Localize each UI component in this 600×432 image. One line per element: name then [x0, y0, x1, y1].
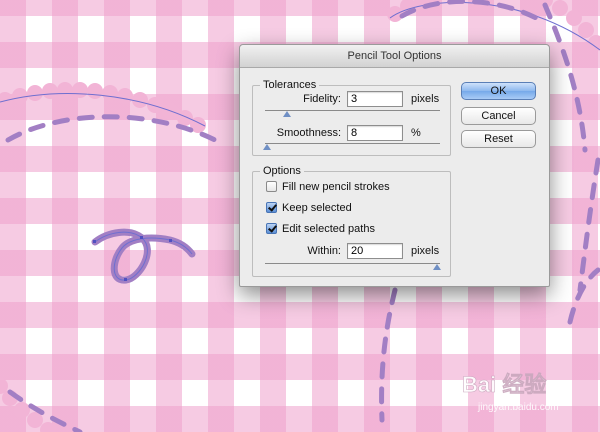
watermark-text: Bai 经验 — [462, 372, 546, 397]
smoothness-unit: % — [411, 127, 421, 139]
smoothness-slider-thumb[interactable] — [263, 144, 271, 150]
fill-new-strokes-label: Fill new pencil strokes — [282, 181, 390, 193]
within-field[interactable]: 20 — [347, 243, 403, 259]
pencil-tool-options-dialog: Pencil Tool Options Tolerances Fidelity:… — [239, 44, 550, 287]
ok-button[interactable]: OK — [461, 82, 536, 100]
edit-selected-paths-label: Edit selected paths — [282, 223, 375, 235]
within-slider[interactable] — [265, 263, 441, 270]
options-label: Options — [260, 164, 304, 178]
edit-selected-paths-box[interactable] — [266, 223, 277, 234]
smoothness-label: Smoothness: — [276, 127, 341, 139]
smoothness-field[interactable]: 8 — [347, 125, 403, 141]
keep-selected-box[interactable] — [266, 202, 277, 213]
fidelity-field[interactable]: 3 — [347, 91, 403, 107]
keep-selected-label: Keep selected — [282, 202, 352, 214]
reset-button[interactable]: Reset — [461, 130, 536, 148]
within-slider-track — [265, 263, 440, 264]
smoothness-slider[interactable] — [263, 143, 440, 150]
watermark-url: jingyan.baidu.com — [477, 402, 559, 413]
within-slider-thumb[interactable] — [433, 264, 441, 270]
fill-new-strokes-box[interactable] — [266, 181, 277, 192]
fidelity-slider-track — [265, 110, 440, 111]
dialog-title[interactable]: Pencil Tool Options — [240, 45, 549, 68]
fidelity-label: Fidelity: — [303, 93, 341, 105]
fidelity-slider[interactable] — [265, 110, 440, 117]
smoothness-slider-track — [265, 143, 440, 144]
fidelity-slider-thumb[interactable] — [283, 111, 291, 117]
tolerances-group: Tolerances Fidelity: 3 pixels Smoothness… — [252, 78, 451, 156]
within-unit: pixels — [411, 245, 440, 257]
watermark: Bai 经验 jingyan.baidu.com — [462, 372, 559, 413]
options-group: Options Fill new pencil strokes Keep sel… — [252, 164, 451, 277]
within-label: Within: — [307, 245, 341, 257]
cancel-button[interactable]: Cancel — [461, 107, 536, 125]
fidelity-unit: pixels — [411, 93, 440, 105]
